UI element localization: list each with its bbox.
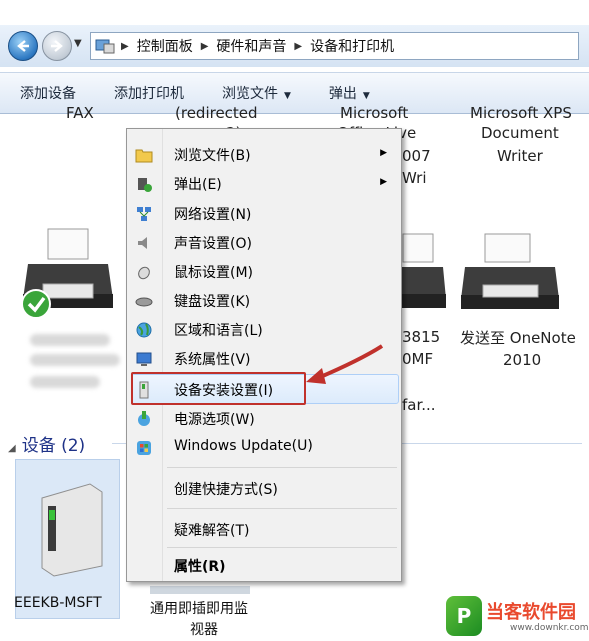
globe-icon: [136, 322, 152, 338]
menu-item-label: 疑难解答(T): [174, 523, 250, 539]
device-label-eeekb: EEEKB-MSFT: [14, 595, 102, 611]
blurred-label: [30, 354, 120, 366]
menu-item-label: 系统属性(V): [174, 352, 251, 368]
xps-label-2: Document: [481, 124, 559, 142]
eject-label: 弹出: [328, 86, 357, 102]
submenu-arrow-icon: ▶: [380, 177, 387, 187]
devices-section-header[interactable]: ◢ 设备 (2): [8, 431, 85, 456]
browse-files-button[interactable]: 浏览文件 ▼: [222, 83, 291, 103]
windows-update-icon: [137, 441, 151, 455]
menu-separator: [167, 508, 397, 509]
breadcrumb-hardware-sound[interactable]: 硬件和声音: [216, 36, 286, 56]
menu-item-create-shortcut[interactable]: 创建快捷方式(S): [127, 474, 401, 503]
menu-separator: [167, 467, 397, 468]
menu-item-label: 属性(R): [174, 559, 226, 575]
menu-item-label: 弹出(E): [174, 177, 222, 193]
onenote-label-1: 发送至 OneNote: [460, 329, 576, 347]
explorer-window: ▼ ▶ 控制面板 ▶ 硬件和声音 ▶ 设备和打印机 添加设备 添加打印机 浏览文…: [0, 0, 589, 641]
site-logo: P: [446, 596, 482, 636]
chevron-down-icon: ▼: [284, 91, 291, 101]
back-button[interactable]: [8, 31, 38, 61]
menu-item-troubleshoot[interactable]: 疑难解答(T): [127, 515, 401, 544]
printer-label-2: 0MF: [402, 350, 434, 368]
device-label-monitor-1: 通用即插即用监: [150, 601, 248, 617]
menu-item-label: 创建快捷方式(S): [174, 482, 278, 498]
history-dropdown-icon[interactable]: ▼: [74, 38, 82, 49]
arrow-left-icon: [17, 40, 29, 52]
system-icon: [136, 352, 152, 366]
breadcrumb-devices-printers[interactable]: 设备和打印机: [310, 36, 394, 56]
redirected-label: (redirected: [175, 104, 258, 122]
printer-icon[interactable]: [398, 229, 448, 319]
menu-item-windows-update[interactable]: Windows Update(U): [127, 433, 401, 462]
menu-item-network-settings[interactable]: 网络设置(N): [127, 199, 401, 228]
folder-icon: [135, 149, 153, 163]
eject-button[interactable]: 弹出 ▼: [329, 83, 370, 103]
eject-icon: [138, 178, 152, 192]
printer-label-3: far...: [402, 396, 436, 414]
breadcrumb-control-panel[interactable]: 控制面板: [137, 36, 193, 56]
address-bar: ▼ ▶ 控制面板 ▶ 硬件和声音 ▶ 设备和打印机: [0, 25, 589, 67]
breadcrumb-separator-icon[interactable]: ▶: [201, 41, 209, 52]
power-icon: [138, 411, 150, 426]
device-label-monitor-2: 视器: [190, 622, 218, 638]
xps-label-1: Microsoft XPS: [470, 104, 572, 122]
watermark-url: www.downkr.com: [510, 623, 589, 633]
default-printer-icon[interactable]: [18, 224, 118, 324]
menu-item-power-options[interactable]: 电源选项(W): [127, 404, 401, 433]
menu-item-browse-files[interactable]: 浏览文件(B) ▶: [127, 140, 401, 169]
keyboard-icon: [135, 297, 153, 307]
menu-item-label: 浏览文件(B): [174, 148, 251, 164]
menu-item-label: 键盘设置(K): [174, 294, 251, 310]
breadcrumb-separator-icon[interactable]: ▶: [294, 41, 302, 52]
external-drive-icon: [41, 483, 103, 577]
office-live-label-4: Wri: [402, 169, 427, 187]
forward-button[interactable]: [42, 31, 72, 61]
menu-item-label: 鼠标设置(M): [174, 265, 254, 281]
breadcrumb[interactable]: ▶ 控制面板 ▶ 硬件和声音 ▶ 设备和打印机: [90, 32, 579, 60]
menu-item-properties[interactable]: 属性(R): [127, 551, 401, 580]
menu-item-eject[interactable]: 弹出(E) ▶: [127, 169, 401, 198]
menu-item-label: 网络设置(N): [174, 207, 252, 223]
menu-item-label: Windows Update(U): [174, 438, 313, 454]
menu-item-sound-settings[interactable]: 声音设置(O): [127, 228, 401, 257]
menu-item-label: 电源选项(W): [174, 412, 255, 428]
annotation-arrow-icon: [306, 344, 384, 384]
collapse-icon[interactable]: ◢: [8, 443, 16, 454]
menu-separator: [167, 547, 397, 548]
office-live-label-1: Microsoft: [340, 104, 409, 122]
fax-label: FAX: [66, 104, 94, 122]
blurred-label: [30, 334, 110, 346]
arrow-right-icon: [51, 40, 63, 52]
submenu-arrow-icon: ▶: [380, 148, 387, 158]
add-device-label: 添加设备: [20, 86, 76, 102]
menu-item-label: 区域和语言(L): [174, 323, 263, 339]
xps-label-3: Writer: [497, 147, 543, 165]
onenote-label-2: 2010: [503, 351, 542, 369]
blurred-label: [30, 376, 100, 388]
add-printer-button[interactable]: 添加打印机: [114, 83, 184, 103]
menu-item-keyboard-settings[interactable]: 键盘设置(K): [127, 286, 401, 315]
breadcrumb-separator-icon[interactable]: ▶: [121, 41, 129, 52]
add-device-button[interactable]: 添加设备: [20, 83, 76, 103]
browse-files-label: 浏览文件: [222, 86, 278, 102]
watermark-text: 当客软件园: [486, 602, 576, 623]
monitor-icon[interactable]: [150, 586, 250, 596]
speaker-icon: [138, 237, 147, 249]
menu-item-label: 声音设置(O): [174, 236, 252, 252]
menu-item-mouse-settings[interactable]: 鼠标设置(M): [127, 257, 401, 286]
add-printer-label: 添加打印机: [114, 86, 184, 102]
chevron-down-icon: ▼: [362, 91, 370, 101]
printer-label-1: 3815: [402, 328, 441, 346]
control-panel-icon: [95, 39, 115, 54]
mouse-icon: [138, 266, 150, 280]
annotation-highlight-box: [131, 372, 306, 405]
onenote-printer-icon[interactable]: [455, 229, 565, 319]
devices-section-label: 设备 (2): [21, 436, 86, 456]
network-icon: [137, 207, 151, 221]
office-live-label-3: 007: [402, 147, 431, 165]
